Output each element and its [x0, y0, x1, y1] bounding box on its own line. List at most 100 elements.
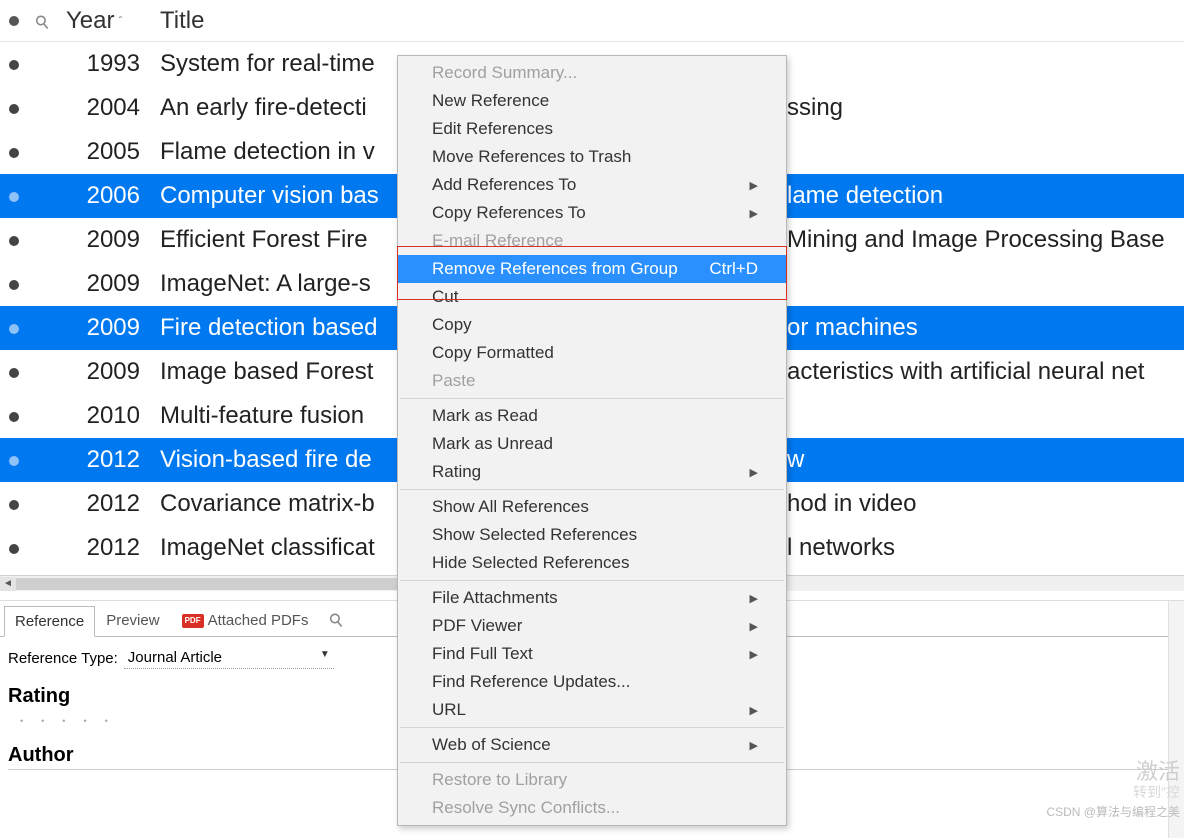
read-status-dot: [0, 526, 28, 570]
header-title-label: Title: [160, 7, 204, 34]
year-cell: 2006: [58, 182, 154, 210]
year-cell: 2012: [58, 490, 154, 518]
year-cell: 2009: [58, 226, 154, 254]
submenu-arrow-icon: ▶: [750, 648, 758, 661]
menu-separator: [400, 580, 784, 581]
context-menu: Record Summary... New Reference Edit Refer…: [397, 55, 787, 826]
submenu-arrow-icon: ▶: [750, 620, 758, 633]
menu-item-show-all-references[interactable]: Show All References: [398, 493, 786, 521]
year-cell: 2012: [58, 534, 154, 562]
read-status-dot: [0, 42, 28, 86]
reference-type-value: Journal Article: [128, 649, 222, 666]
year-cell: 2009: [58, 270, 154, 298]
menu-item-label: Mark as Read: [432, 406, 538, 426]
year-cell: 2004: [58, 94, 154, 122]
submenu-arrow-icon: ▶: [750, 179, 758, 192]
read-status-dot: [0, 438, 28, 482]
menu-item-label: Mark as Unread: [432, 434, 553, 454]
menu-separator: [400, 727, 784, 728]
year-cell: 2012: [58, 446, 154, 474]
header-attachment[interactable]: ⚲: [28, 7, 58, 35]
menu-item-label: Record Summary...: [432, 63, 577, 83]
read-status-dot: [0, 174, 28, 218]
csdn-watermark: CSDN @算法与编程之美: [1046, 803, 1180, 820]
tab-attachments-icon[interactable]: ⚲: [319, 603, 354, 638]
menu-item-add-references-to[interactable]: Add References To ▶: [398, 171, 786, 199]
menu-item-label: Paste: [432, 371, 475, 391]
submenu-arrow-icon: ▶: [750, 466, 758, 479]
menu-item-label: PDF Viewer: [432, 616, 522, 636]
tab-reference[interactable]: Reference: [4, 606, 95, 637]
menu-item-label: E-mail Reference: [432, 231, 563, 251]
paperclip-icon: ⚲: [325, 608, 349, 633]
menu-item-label: Resolve Sync Conflicts...: [432, 798, 620, 818]
menu-separator: [400, 762, 784, 763]
scroll-left-arrow[interactable]: ◄: [0, 577, 16, 591]
menu-item-hide-selected-references[interactable]: Hide Selected References: [398, 549, 786, 577]
menu-item-label: Show All References: [432, 497, 589, 517]
header-read-status[interactable]: [0, 7, 28, 35]
menu-item-label: URL: [432, 700, 466, 720]
reference-type-dropdown[interactable]: Journal Article ▼: [124, 647, 334, 669]
read-status-dot: [0, 218, 28, 262]
menu-item-edit-references[interactable]: Edit References: [398, 115, 786, 143]
header-title[interactable]: Title: [154, 7, 1184, 35]
menu-item-paste: Paste: [398, 367, 786, 395]
menu-item-copy-formatted[interactable]: Copy Formatted: [398, 339, 786, 367]
read-status-dot: [0, 262, 28, 306]
menu-item-new-reference[interactable]: New Reference: [398, 87, 786, 115]
menu-item-label: Move References to Trash: [432, 147, 631, 167]
menu-item-find-reference-updates[interactable]: Find Reference Updates...: [398, 668, 786, 696]
menu-item-label: Restore to Library: [432, 770, 567, 790]
read-status-dot: [0, 306, 28, 350]
tab-attached-pdfs[interactable]: PDFAttached PDFs: [171, 605, 320, 636]
tab-preview[interactable]: Preview: [95, 605, 170, 636]
menu-item-rating[interactable]: Rating ▶: [398, 458, 786, 486]
menu-item-web-of-science[interactable]: Web of Science▶: [398, 731, 786, 759]
menu-item-label: Cut: [432, 287, 458, 307]
year-cell: 2009: [58, 314, 154, 342]
menu-item-copy-references-to[interactable]: Copy References To▶: [398, 199, 786, 227]
menu-item-label: Edit References: [432, 119, 553, 139]
menu-item-label: Copy Formatted: [432, 343, 554, 363]
menu-item-mark-as-unread[interactable]: Mark as Unread: [398, 430, 786, 458]
menu-separator: [400, 398, 784, 399]
scroll-thumb[interactable]: [16, 578, 411, 590]
menu-item-e-mail-reference: E-mail Reference: [398, 227, 786, 255]
menu-item-label: Find Full Text: [432, 644, 533, 664]
menu-item-mark-as-read[interactable]: Mark as Read: [398, 402, 786, 430]
dropdown-caret-icon: ▼: [320, 649, 330, 666]
table-header: ⚲ Yearˆ Title: [0, 0, 1184, 42]
year-cell: 1993: [58, 50, 154, 78]
menu-item-remove-references-from-group[interactable]: Remove References from GroupCtrl+D: [398, 255, 786, 283]
menu-item-label: Copy References To: [432, 203, 586, 223]
menu-item-resolve-sync-conflicts: Resolve Sync Conflicts...: [398, 794, 786, 822]
menu-item-label: Show Selected References: [432, 525, 637, 545]
menu-item-record-summary: Record Summary...: [398, 59, 786, 87]
submenu-arrow-icon: ▶: [750, 592, 758, 605]
year-cell: 2009: [58, 358, 154, 386]
menu-item-show-selected-references[interactable]: Show Selected References: [398, 521, 786, 549]
menu-item-label: New Reference: [432, 91, 549, 111]
menu-item-label: Copy: [432, 315, 472, 335]
menu-item-label: Remove References from Group: [432, 259, 678, 279]
menu-item-url[interactable]: URL ▶: [398, 696, 786, 724]
menu-item-copy[interactable]: Copy: [398, 311, 786, 339]
year-cell: 2005: [58, 138, 154, 166]
menu-item-cut[interactable]: Cut: [398, 283, 786, 311]
sort-asc-icon: ˆ: [119, 14, 123, 28]
read-status-dot: [0, 482, 28, 526]
header-year[interactable]: Yearˆ: [58, 7, 154, 35]
activate-windows-sub: 转到"控: [1133, 782, 1180, 802]
submenu-arrow-icon: ▶: [750, 704, 758, 717]
menu-item-label: Find Reference Updates...: [432, 672, 630, 692]
menu-item-pdf-viewer[interactable]: PDF Viewer ▶: [398, 612, 786, 640]
menu-item-find-full-text[interactable]: Find Full Text ▶: [398, 640, 786, 668]
read-status-dot: [0, 130, 28, 174]
menu-item-file-attachments[interactable]: File Attachments ▶: [398, 584, 786, 612]
submenu-arrow-icon: ▶: [750, 739, 758, 752]
menu-item-label: File Attachments: [432, 588, 558, 608]
menu-item-label: Rating: [432, 462, 481, 482]
menu-item-label: Add References To: [432, 175, 576, 195]
menu-item-move-references-to-trash[interactable]: Move References to Trash: [398, 143, 786, 171]
